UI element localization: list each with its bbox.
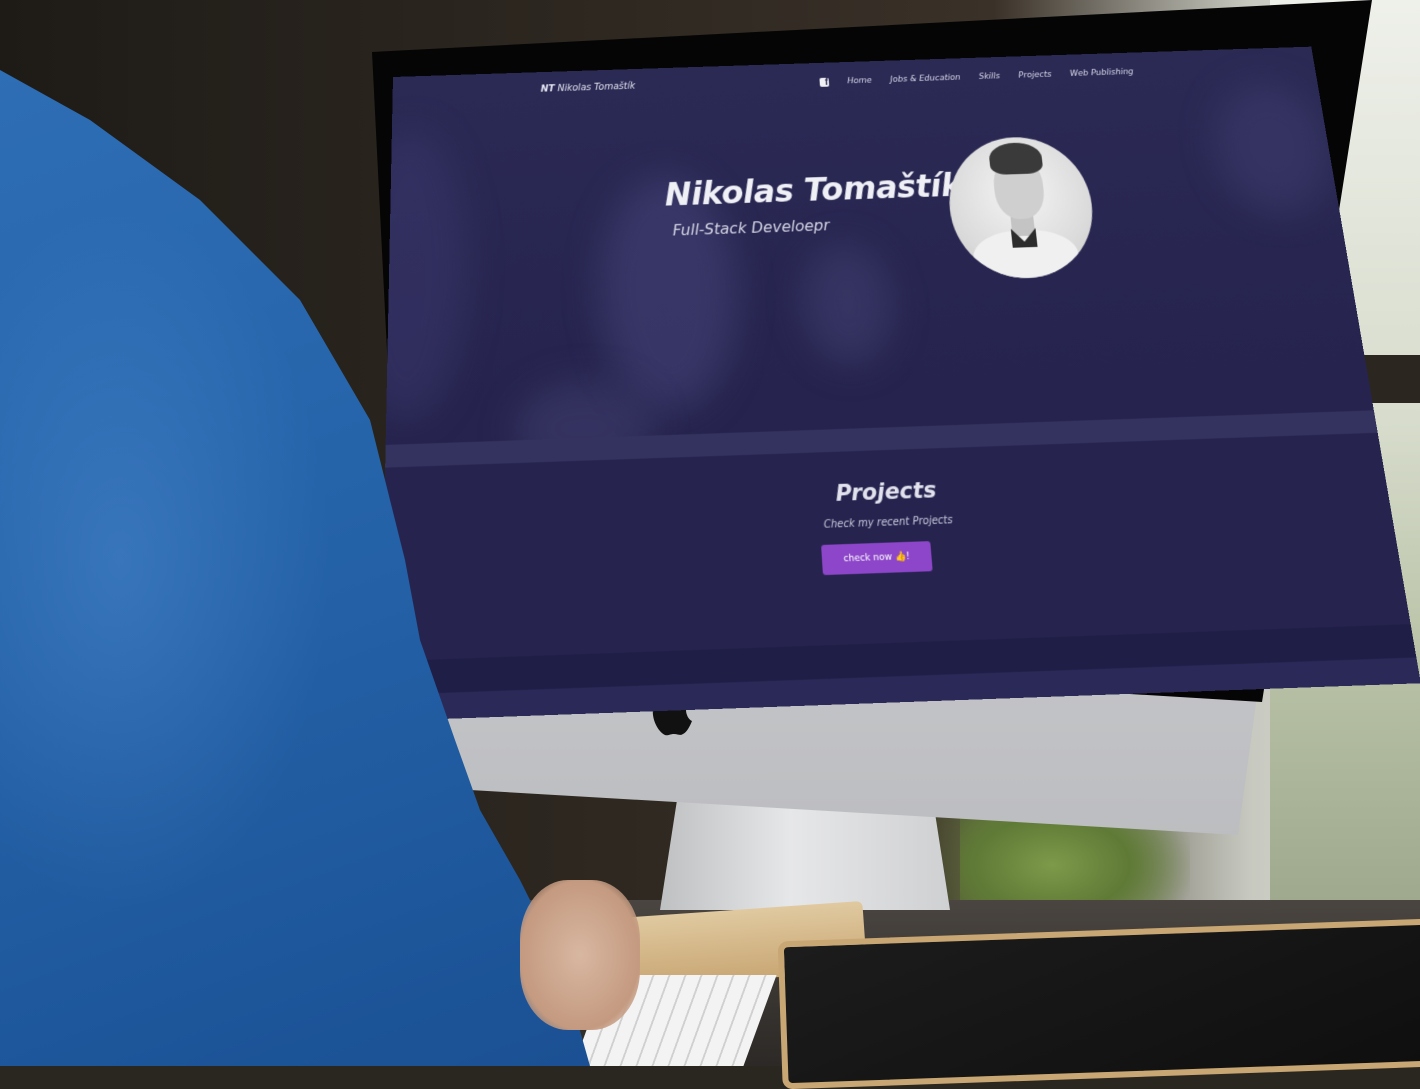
avatar-hair [987,142,1044,176]
avatar-shirt [971,228,1083,281]
website-screen: NT Nikolas Tomaštík f Home Jobs & Educati… [380,46,1420,722]
tablet [777,918,1420,1089]
brand-mark: NT [540,84,555,95]
facebook-icon[interactable]: f [819,77,830,87]
nav-web-publishing[interactable]: Web Publishing [1069,68,1134,79]
brand-name: Nikolas Tomaštík [557,81,636,94]
projects-section: Projects Check my recent Projects check … [381,432,1411,662]
hero-name: Nikolas Tomaštík [664,166,964,215]
hand [520,880,640,1030]
check-now-button[interactable]: check now 👍! [821,541,933,576]
nav-skills[interactable]: Skills [978,72,1000,82]
brand-link[interactable]: NT Nikolas Tomaštík [541,81,636,94]
avatar [943,135,1101,281]
background-blob [800,244,896,365]
nav-jobs-education[interactable]: Jobs & Education [890,73,961,84]
hero-role: Full-Stack Develoepr [672,216,831,240]
nav-projects[interactable]: Projects [1018,70,1052,80]
background-blob [1206,82,1340,214]
nav-home[interactable]: Home [847,76,872,86]
background-blob [380,128,467,421]
